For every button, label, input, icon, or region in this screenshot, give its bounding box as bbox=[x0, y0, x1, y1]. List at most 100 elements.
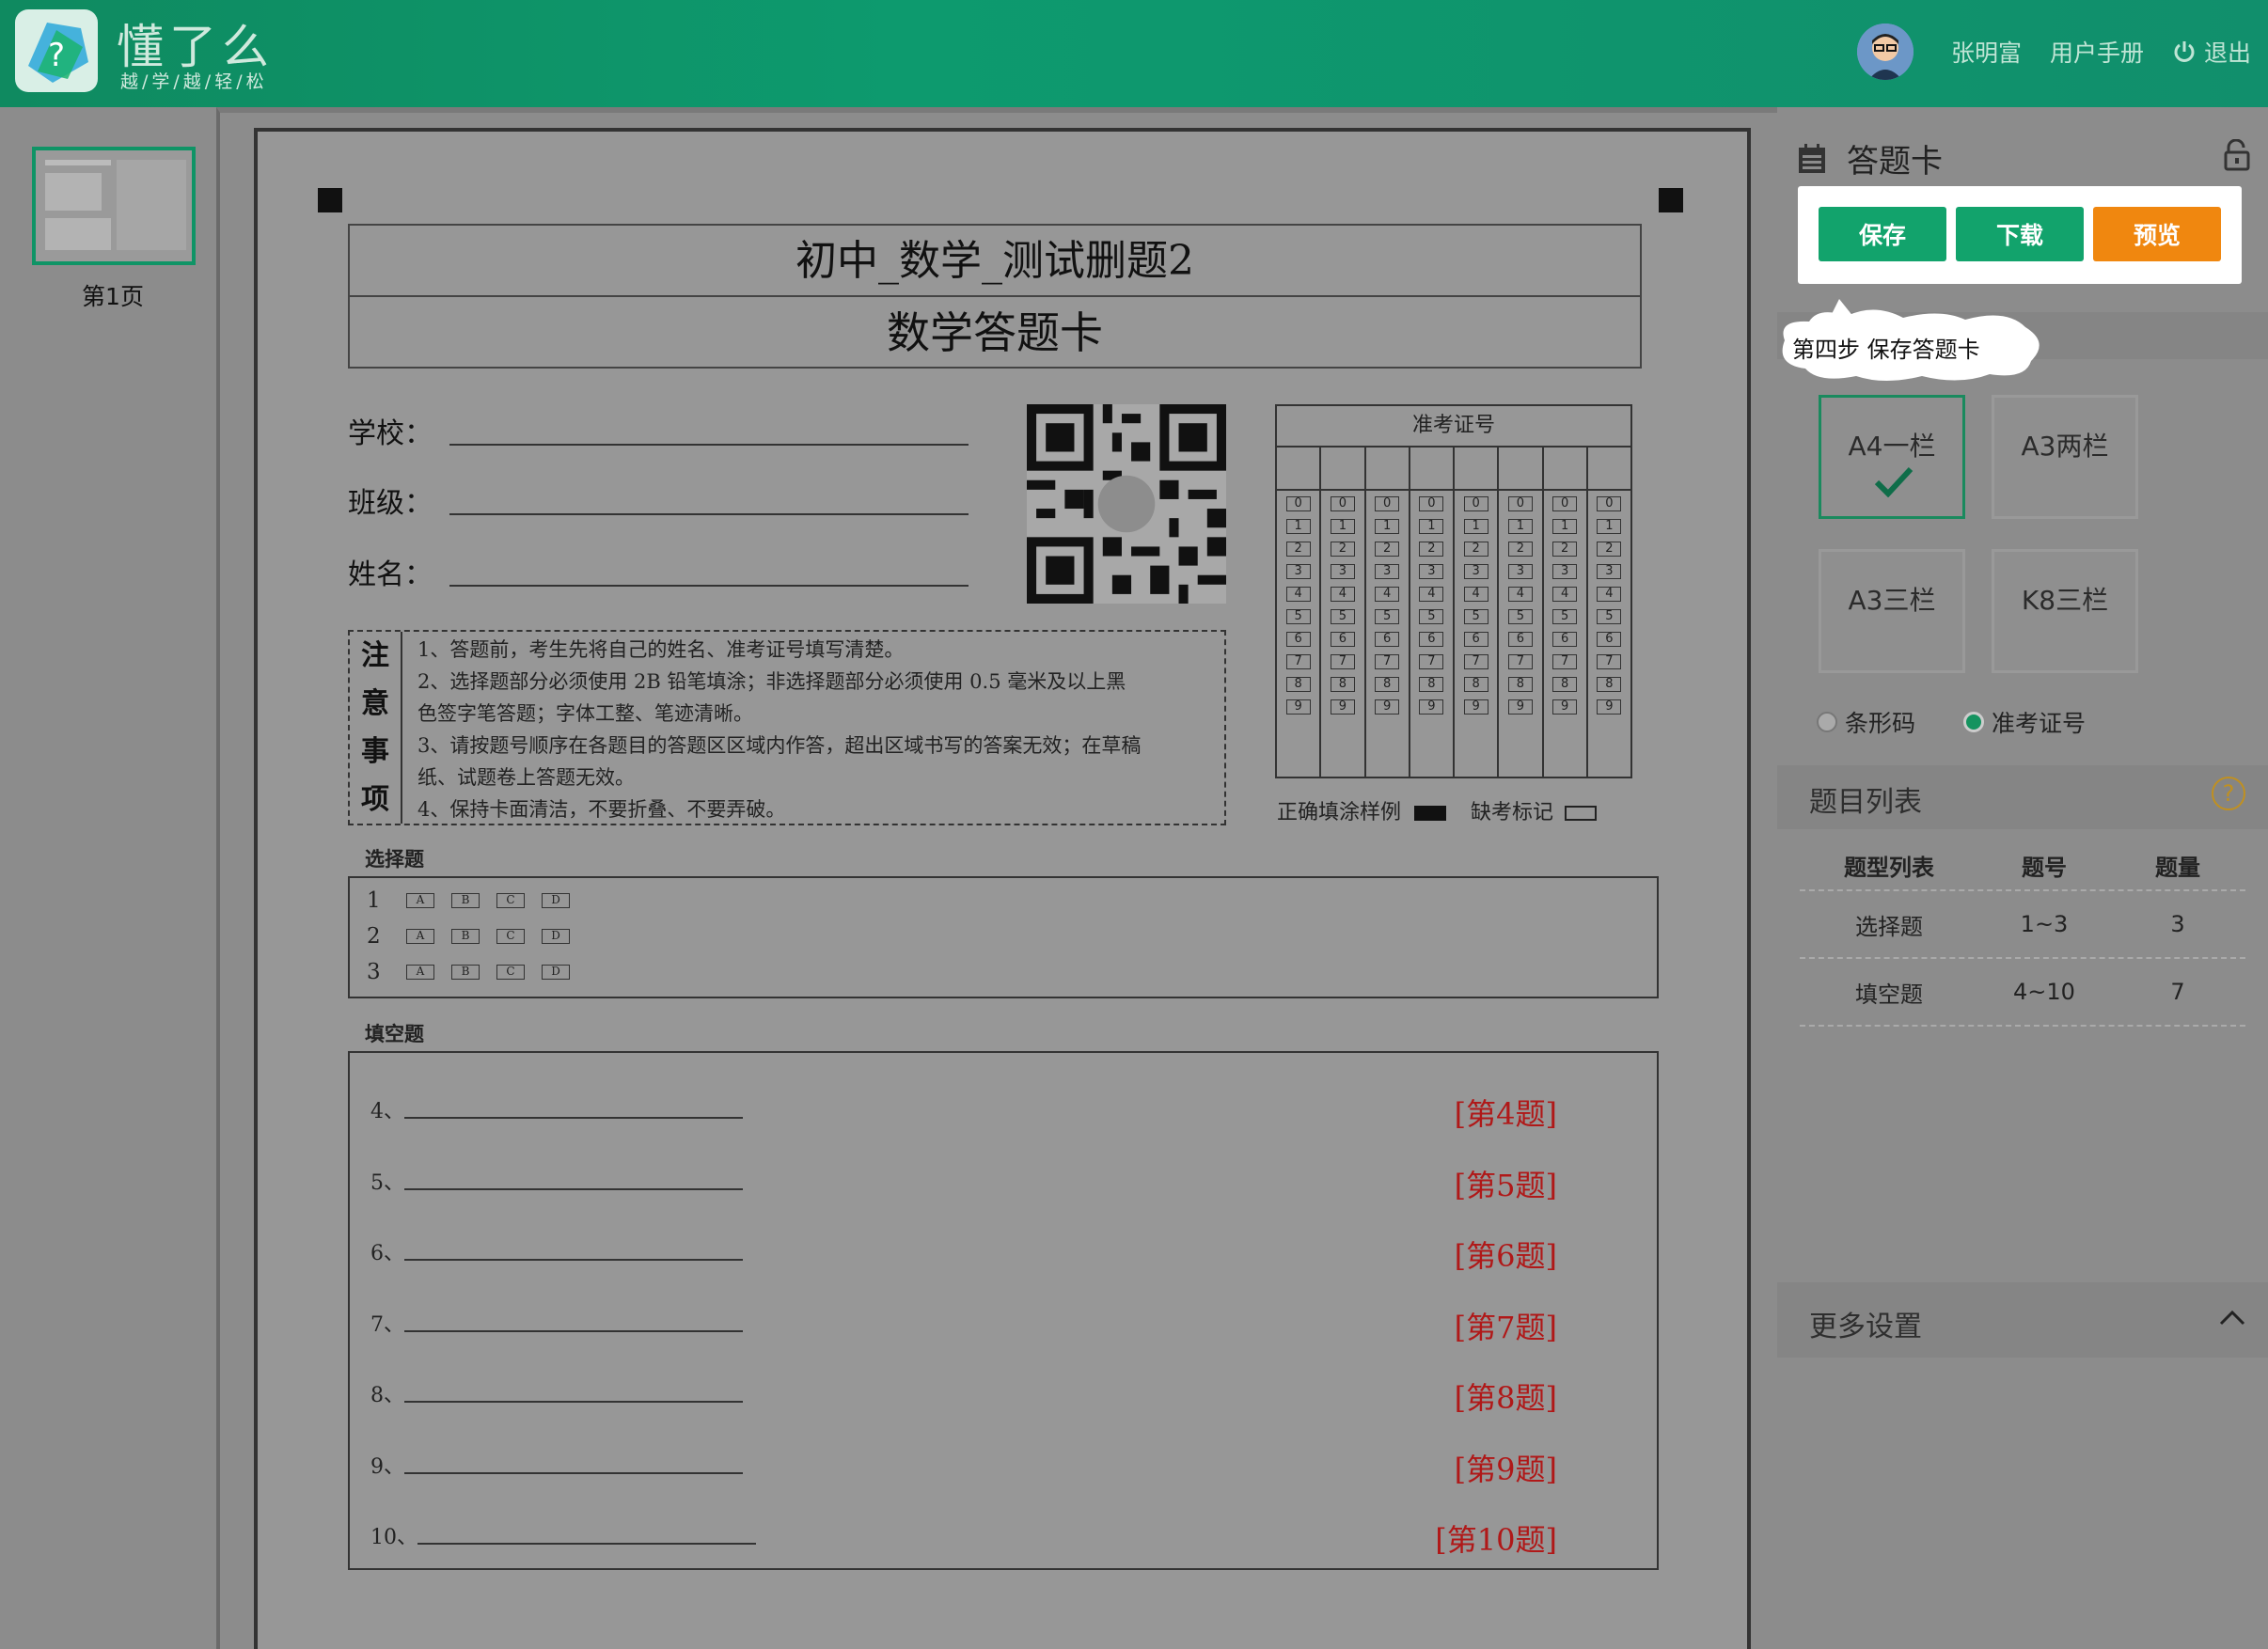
exam-id-digit-bubble[interactable]: 0 bbox=[1375, 496, 1400, 511]
choice-option-bubble[interactable]: D bbox=[542, 893, 570, 908]
exam-id-digit-bubble[interactable]: 2 bbox=[1330, 542, 1355, 557]
exam-id-digit-bubble[interactable]: 4 bbox=[1597, 587, 1622, 602]
exam-id-digit-bubble[interactable]: 6 bbox=[1375, 632, 1400, 647]
exam-id-write-cell[interactable] bbox=[1321, 448, 1364, 491]
exam-id-digit-bubble[interactable]: 7 bbox=[1330, 654, 1355, 669]
exam-id-digit-bubble[interactable]: 4 bbox=[1285, 587, 1311, 602]
save-button[interactable]: 保存 bbox=[1819, 207, 1946, 261]
exam-id-digit-bubble[interactable]: 3 bbox=[1507, 564, 1533, 579]
choice-option-bubble[interactable]: B bbox=[451, 965, 480, 980]
exam-id-digit-bubble[interactable]: 9 bbox=[1507, 699, 1533, 715]
exam-id-digit-bubble[interactable]: 0 bbox=[1597, 496, 1622, 511]
exam-id-digit-bubble[interactable]: 8 bbox=[1507, 677, 1533, 692]
exam-id-digit-bubble[interactable]: 3 bbox=[1597, 564, 1622, 579]
fill-answer-line[interactable] bbox=[404, 1329, 743, 1332]
exam-id-digit-bubble[interactable]: 5 bbox=[1552, 609, 1578, 624]
exam-id-digit-bubble[interactable]: 9 bbox=[1552, 699, 1578, 715]
radio-circle[interactable] bbox=[1963, 712, 1984, 732]
exam-id-digit-bubble[interactable]: 6 bbox=[1285, 632, 1311, 647]
page-thumbnail[interactable] bbox=[32, 147, 196, 265]
choice-option-bubble[interactable]: C bbox=[496, 965, 525, 980]
exam-id-digit-bubble[interactable]: 1 bbox=[1285, 519, 1311, 534]
exam-id-digit-bubble[interactable]: 6 bbox=[1597, 632, 1622, 647]
exam-id-digit-bubble[interactable]: 4 bbox=[1419, 587, 1444, 602]
preview-button[interactable]: 预览 bbox=[2093, 207, 2221, 261]
exam-id-digit-bubble[interactable]: 9 bbox=[1330, 699, 1355, 715]
exam-id-digit-bubble[interactable]: 7 bbox=[1597, 654, 1622, 669]
choice-section[interactable]: 1 A B C D 2 A B C D 3 A B C D bbox=[348, 876, 1659, 998]
exam-id-digit-bubble[interactable]: 3 bbox=[1419, 564, 1444, 579]
exam-id-write-cell[interactable] bbox=[1365, 448, 1409, 491]
fill-answer-line[interactable] bbox=[404, 1471, 743, 1474]
exam-id-digit-bubble[interactable]: 1 bbox=[1552, 519, 1578, 534]
exam-id-digit-bubble[interactable]: 2 bbox=[1419, 542, 1444, 557]
user-avatar[interactable] bbox=[1856, 24, 1914, 80]
exam-id-write-cell[interactable] bbox=[1277, 448, 1320, 491]
exam-id-digit-bubble[interactable]: 2 bbox=[1597, 542, 1622, 557]
more-settings-header[interactable]: 更多设置 bbox=[1777, 1282, 2268, 1358]
exam-id-digit-bubble[interactable]: 7 bbox=[1419, 654, 1444, 669]
exam-id-digit-bubble[interactable]: 9 bbox=[1597, 699, 1622, 715]
table-row[interactable]: 填空题 4~10 7 bbox=[1800, 959, 2245, 1027]
exam-id-digit-bubble[interactable]: 8 bbox=[1285, 677, 1311, 692]
exam-id-digit-bubble[interactable]: 5 bbox=[1330, 609, 1355, 624]
choice-option-bubble[interactable]: C bbox=[496, 893, 525, 908]
exam-id-digit-bubble[interactable]: 9 bbox=[1375, 699, 1400, 715]
exam-id-digit-bubble[interactable]: 0 bbox=[1285, 496, 1311, 511]
exam-id-digit-bubble[interactable]: 1 bbox=[1375, 519, 1400, 534]
exam-id-digit-bubble[interactable]: 1 bbox=[1597, 519, 1622, 534]
exam-id-write-cell[interactable] bbox=[1587, 448, 1630, 491]
choice-option-bubble[interactable]: B bbox=[451, 929, 480, 944]
exam-id-digit-bubble[interactable]: 7 bbox=[1552, 654, 1578, 669]
fill-section[interactable]: 4、 [第4题] 5、 [第5题] 6、 [第6题] 7、 [第7题] 8、 [第8题] 9、 [第9… bbox=[348, 1051, 1659, 1570]
exam-id-digit-bubble[interactable]: 6 bbox=[1463, 632, 1488, 647]
exam-id-digit-bubble[interactable]: 4 bbox=[1330, 587, 1355, 602]
radio-exam-id[interactable]: 准考证号 bbox=[1963, 705, 2086, 739]
exam-id-digit-bubble[interactable]: 2 bbox=[1285, 542, 1311, 557]
exam-id-write-cell[interactable] bbox=[1455, 448, 1498, 491]
download-button[interactable]: 下载 bbox=[1956, 207, 2084, 261]
layout-a3-triple[interactable]: A3三栏 bbox=[1819, 549, 1965, 673]
exam-id-digit-bubble[interactable]: 8 bbox=[1463, 677, 1488, 692]
chevron-up-icon[interactable] bbox=[2217, 1303, 2247, 1333]
exam-id-digit-bubble[interactable]: 0 bbox=[1463, 496, 1488, 511]
choice-option-bubble[interactable]: C bbox=[496, 929, 525, 944]
exam-id-digit-bubble[interactable]: 5 bbox=[1285, 609, 1311, 624]
exam-id-digit-bubble[interactable]: 5 bbox=[1507, 609, 1533, 624]
exam-id-digit-bubble[interactable]: 5 bbox=[1597, 609, 1622, 624]
exam-id-digit-bubble[interactable]: 6 bbox=[1419, 632, 1444, 647]
exam-id-write-cell[interactable] bbox=[1543, 448, 1586, 491]
choice-option-bubble[interactable]: B bbox=[451, 893, 480, 908]
fill-answer-line[interactable] bbox=[404, 1117, 743, 1119]
layout-k8-triple[interactable]: K8三栏 bbox=[1992, 549, 2138, 673]
exam-id-digit-bubble[interactable]: 1 bbox=[1507, 519, 1533, 534]
choice-option-bubble[interactable]: A bbox=[406, 929, 434, 944]
exam-id-digit-bubble[interactable]: 5 bbox=[1463, 609, 1488, 624]
help-icon[interactable]: ? bbox=[2212, 777, 2245, 810]
exam-id-digit-bubble[interactable]: 6 bbox=[1552, 632, 1578, 647]
layout-a4-single[interactable]: A4一栏 bbox=[1819, 395, 1965, 519]
exam-id-digit-bubble[interactable]: 3 bbox=[1285, 564, 1311, 579]
exam-id-digit-bubble[interactable]: 8 bbox=[1552, 677, 1578, 692]
layout-a3-double[interactable]: A3两栏 bbox=[1992, 395, 2138, 519]
absent-mark-box[interactable] bbox=[1565, 806, 1598, 821]
exam-id-digit-bubble[interactable]: 1 bbox=[1419, 519, 1444, 534]
exam-id-digit-bubble[interactable]: 8 bbox=[1419, 677, 1444, 692]
user-name[interactable]: 张明富 bbox=[1951, 35, 2022, 69]
exam-id-digit-bubble[interactable]: 2 bbox=[1463, 542, 1488, 557]
fill-answer-line[interactable] bbox=[417, 1543, 756, 1545]
exam-id-digit-bubble[interactable]: 0 bbox=[1507, 496, 1533, 511]
fill-answer-line[interactable] bbox=[404, 1187, 743, 1190]
exam-id-digit-bubble[interactable]: 1 bbox=[1330, 519, 1355, 534]
exam-id-digit-bubble[interactable]: 3 bbox=[1463, 564, 1488, 579]
exam-id-digit-bubble[interactable]: 0 bbox=[1330, 496, 1355, 511]
exam-id-digit-bubble[interactable]: 4 bbox=[1507, 587, 1533, 602]
exam-id-digit-bubble[interactable]: 6 bbox=[1330, 632, 1355, 647]
exam-id-digit-bubble[interactable]: 8 bbox=[1330, 677, 1355, 692]
exam-id-digit-bubble[interactable]: 7 bbox=[1285, 654, 1311, 669]
exam-id-write-cell[interactable] bbox=[1410, 448, 1453, 491]
exam-id-digit-bubble[interactable]: 3 bbox=[1552, 564, 1578, 579]
choice-option-bubble[interactable]: D bbox=[542, 965, 570, 980]
choice-option-bubble[interactable]: A bbox=[406, 965, 434, 980]
exam-id-digit-bubble[interactable]: 9 bbox=[1285, 699, 1311, 715]
